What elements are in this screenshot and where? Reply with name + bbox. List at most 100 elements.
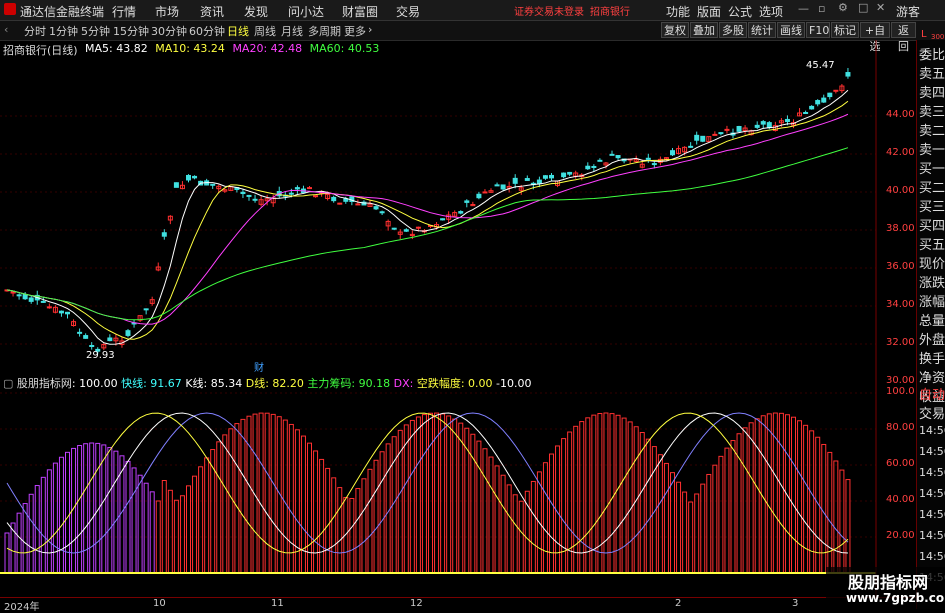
candlestick-chart[interactable] [0,40,916,373]
panel-time-label: 14:56 [919,445,945,458]
indicator-bar [349,497,355,574]
indicator-bar [161,479,167,574]
candle [28,297,34,302]
indicator-bar [676,481,682,574]
indicator-bar [585,417,591,574]
menu-item-options[interactable]: 选项 [759,3,783,20]
menu-item-discover[interactable]: 发现 [244,3,268,20]
period-tab-monthly[interactable]: 月线 [281,23,303,39]
candle [591,165,597,168]
panel-bottom-label[interactable]: 交易 [919,403,945,422]
menu-item-ask[interactable]: 问小达 [288,3,324,20]
add-watchlist-button[interactable]: +自选 [860,22,890,53]
candle [46,306,52,309]
indicator-chart[interactable] [0,373,916,598]
indicator-bar [216,441,222,574]
period-tab-weekly[interactable]: 周线 [254,23,276,39]
user-label[interactable]: 游客 [896,3,920,20]
draw-line-button[interactable]: 画线 [777,22,805,38]
period-tab-daily[interactable]: 日线 [227,23,249,39]
indicator-bar [331,477,337,574]
indicator-bar [452,418,458,574]
indicator-bar [833,460,839,574]
candle [391,227,397,230]
candle [821,97,827,103]
period-tab-15min[interactable]: 15分钟 [113,23,149,39]
overlay-button[interactable]: 叠加 [690,22,718,38]
candle [561,172,567,178]
candle [16,294,22,297]
indicator-bar [40,476,46,574]
indicator-k-line: K线: 85.34 [185,377,243,390]
event-marker[interactable]: 财 [254,359,264,374]
candle [482,191,488,194]
mark-button[interactable]: 标记 [831,22,859,38]
f10-button[interactable]: F10 [806,22,830,38]
menu-item-function[interactable]: 功能 [666,3,690,20]
menu-item-market[interactable]: 市场 [155,3,179,20]
stock-link[interactable]: 招商银行 [590,3,630,18]
statistics-button[interactable]: 统计 [748,22,776,38]
indicator-settings-icon[interactable]: ▢ [3,377,13,390]
panel-row-label: 涨幅 [919,295,945,310]
more-chevron-icon[interactable]: › [368,23,372,36]
back-button[interactable]: 返回 [891,22,916,53]
menu-item-wealth[interactable]: 财富圈 [342,3,378,20]
period-tab-intraday[interactable]: 分时 [24,23,46,39]
menu-item-layout[interactable]: 版面 [697,3,721,20]
y-tick-label: 42.00 [886,147,915,158]
panel-row-label: 买一 [919,162,945,177]
ma20-label: MA20: 42.48 [232,42,303,55]
indicator-bar [766,413,772,574]
candle [549,174,554,179]
candle [784,118,790,122]
indicator-bar [4,532,10,574]
adjust-button[interactable]: 复权 [661,22,689,38]
maximize-icon[interactable]: □ [858,1,868,14]
period-tab-multi[interactable]: 多周期 [308,23,341,39]
close-icon[interactable]: ✕ [876,1,885,14]
indicator-bar [313,450,319,574]
indicator-bar [361,478,367,574]
period-tab-60min[interactable]: 60分钟 [189,23,225,39]
candle [10,291,16,294]
candle [500,184,506,190]
indicator-bar [567,431,573,574]
restore-icon[interactable]: ▫ [818,2,825,15]
minimize-icon[interactable]: — [798,2,809,15]
indicator-bar [409,419,415,574]
multi-stock-button[interactable]: 多股 [719,22,747,38]
indicator-bar [234,423,240,574]
period-tab-30min[interactable]: 30分钟 [151,23,187,39]
menu-item-formula[interactable]: 公式 [728,3,752,20]
indicator-d-line: D线: 82.20 [245,377,304,390]
high-price-label: 45.47 [806,60,835,71]
panel-row-label: 卖二 [919,124,945,139]
indicator-bar [300,435,306,574]
period-tab-more[interactable]: 更多 [344,23,366,39]
candle [815,100,821,105]
menu-item-news[interactable]: 资讯 [200,3,224,20]
candle [609,153,615,156]
indicator-bar [609,413,615,574]
indicator-bar [845,479,851,574]
menu-item-trade[interactable]: 交易 [396,3,420,20]
candle [458,211,464,214]
y-tick-label: 32.00 [886,337,915,348]
panel-time-label: 14:56 [919,424,945,437]
candle [766,122,772,129]
period-tab-1min[interactable]: 1分钟 [49,23,78,39]
menu-item-quotes[interactable]: 行情 [112,3,136,20]
settings-icon[interactable]: ⚙ [838,1,848,14]
indicator-bar [627,421,633,574]
indicator-name[interactable]: 股朋指标网 [17,377,72,390]
toolbar-menu-icon[interactable]: ‹ [4,23,8,36]
indicator-bar [385,443,391,574]
panel-bottom-label[interactable]: 自动 [919,384,945,403]
indicator-bar [561,438,567,574]
login-notice[interactable]: 证券交易未登录 [514,3,584,18]
indicator-main-chips: 主力筹码: 90.18 [307,377,391,390]
period-tab-5min[interactable]: 5分钟 [81,23,110,39]
indicator-bar [700,483,706,574]
indicator-bar [421,414,427,574]
